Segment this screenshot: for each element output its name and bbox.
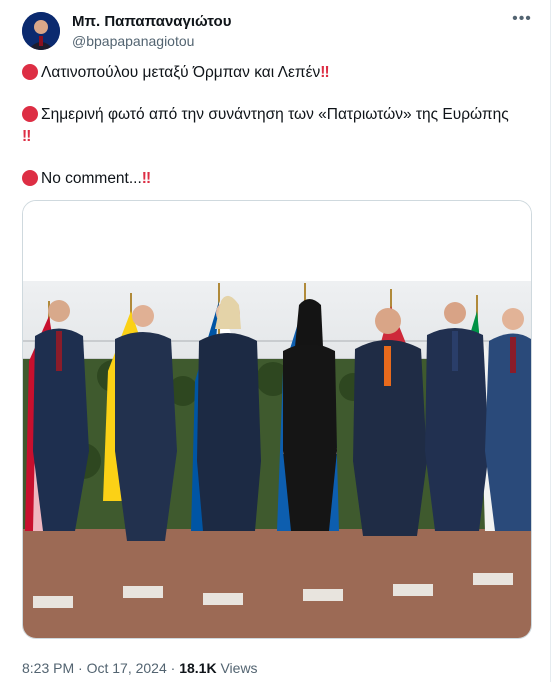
- tweet-photo[interactable]: [22, 200, 532, 639]
- meta-separator: ·: [170, 660, 176, 676]
- tweet-line-1-text: Λατινοπούλου μεταξύ Όρμπαν και Λεπέν: [41, 64, 321, 81]
- tweet-text-line-1: Λατινοπούλου μεταξύ Όρμπαν και Λεπέν‼: [22, 62, 330, 84]
- author-name[interactable]: Μπ. Παπαπαναγιώτου: [72, 13, 231, 30]
- meta-separator: ·: [78, 660, 83, 676]
- red-circle-icon: [22, 64, 38, 80]
- red-circle-icon: [22, 170, 38, 186]
- avatar[interactable]: [22, 12, 60, 50]
- views-count: 18.1K: [179, 660, 217, 676]
- tweet-card: Μπ. Παπαπαναγιώτου @bpapapanagiotou ••• …: [0, 0, 551, 682]
- tweet-text-line-2: Σημερινή φωτό από την συνάντηση των «Πατ…: [22, 104, 522, 148]
- tweet-meta: 8:23 PM · Oct 17, 2024 · 18.1K Views: [22, 660, 258, 676]
- more-options-icon[interactable]: •••: [510, 10, 534, 30]
- tweet-time[interactable]: 8:23 PM: [22, 660, 74, 676]
- double-exclamation-icon: ‼: [320, 64, 329, 81]
- views-label: Views: [220, 660, 258, 676]
- red-circle-icon: [22, 106, 38, 122]
- tweet-line-3-text: No comment...: [41, 170, 142, 187]
- tweet-line-2-text: Σημερινή φωτό από την συνάντηση των «Πατ…: [41, 106, 509, 123]
- double-exclamation-icon: ‼: [22, 128, 31, 145]
- author-handle[interactable]: @bpapapanagiotou: [72, 33, 194, 49]
- double-exclamation-icon: ‼: [141, 170, 151, 187]
- tweet-date[interactable]: Oct 17, 2024: [87, 660, 167, 676]
- tweet-text-line-3: No comment...‼: [22, 168, 151, 190]
